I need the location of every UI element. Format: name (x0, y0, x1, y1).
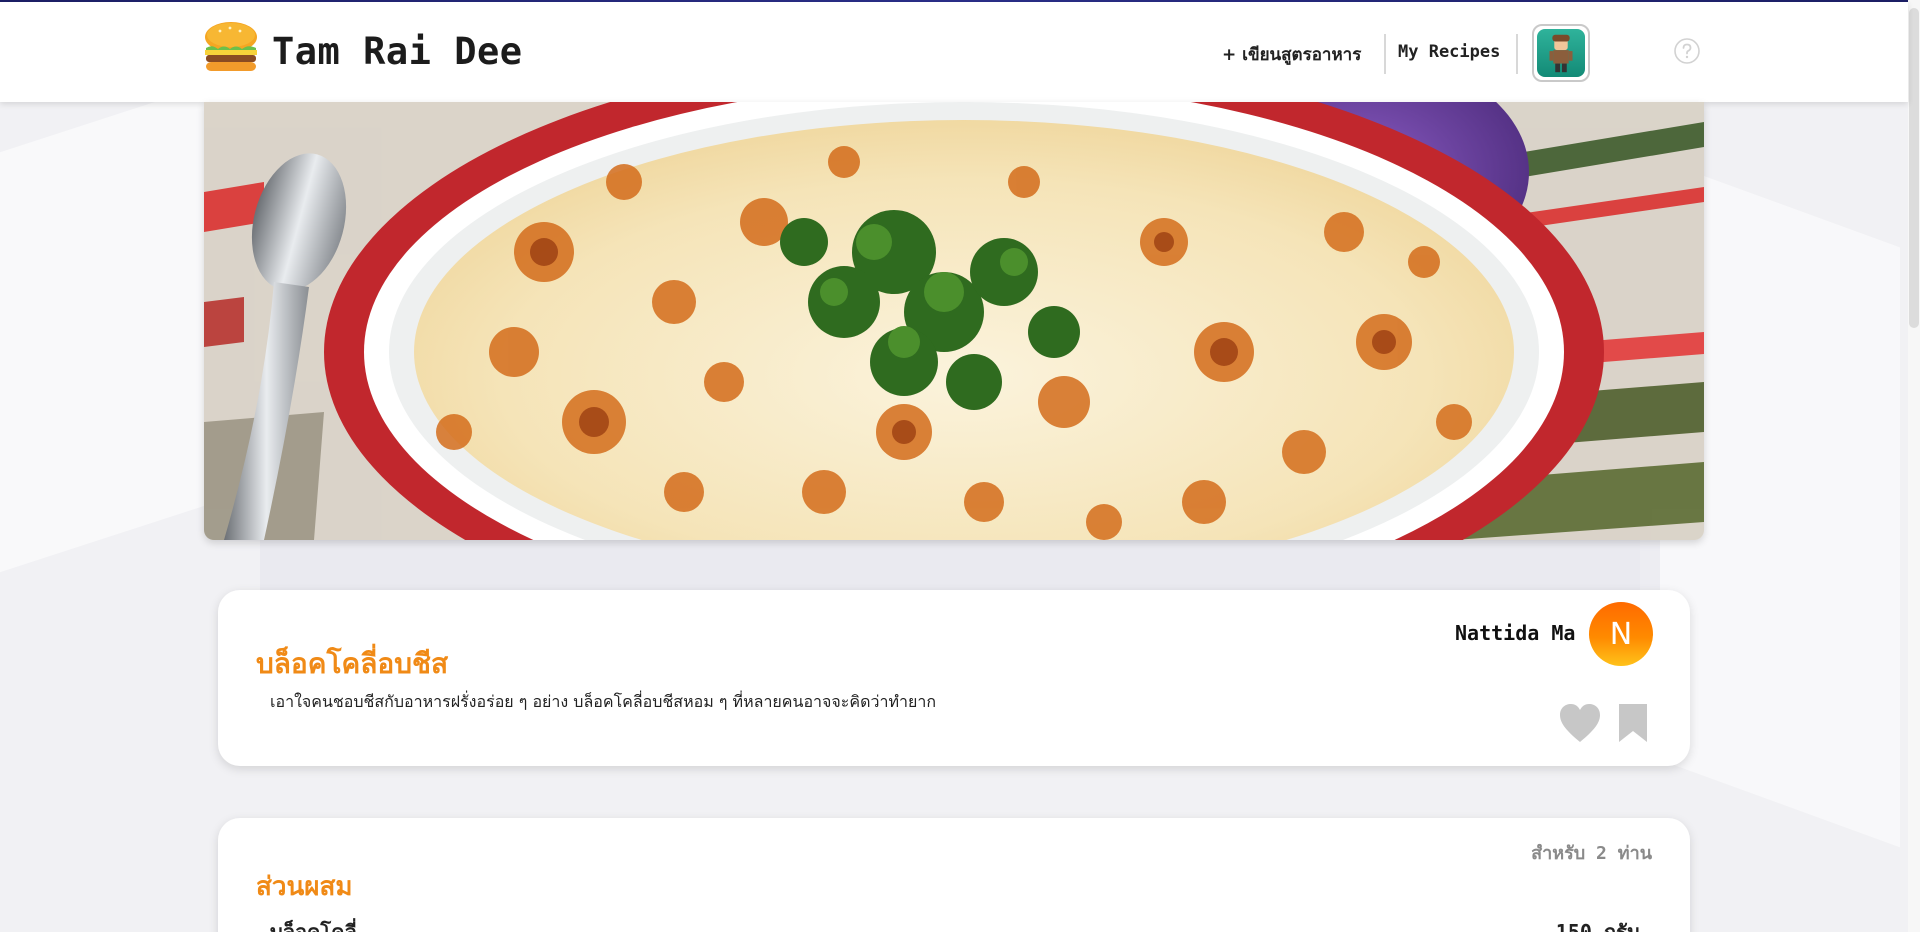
recipe-hero-image (204, 102, 1704, 540)
author-avatar[interactable]: N (1589, 602, 1653, 666)
brand-title[interactable]: Tam Rai Dee (272, 30, 523, 73)
burger-icon[interactable] (202, 20, 260, 74)
site-header: Tam Rai Dee + เขียนสูตรอาหาร My Recipes (0, 2, 1908, 102)
ingredient-name: บล็อคโคลี่ (270, 920, 357, 932)
write-recipe-link[interactable]: + เขียนสูตรอาหาร (1222, 41, 1361, 68)
recipe-title: บล็อคโคลี่อบชีส (256, 647, 449, 680)
heart-icon[interactable] (1558, 702, 1602, 744)
nav-divider (1516, 34, 1518, 74)
author-initial: N (1609, 616, 1633, 652)
ingredient-quantity: 150 กรัม (1555, 920, 1640, 932)
avatar-character-icon (1549, 34, 1573, 73)
scrollbar-thumb[interactable] (1909, 8, 1919, 328)
page-scrollbar[interactable] (1908, 0, 1920, 932)
servings-label: สำหรับ 2 ท่าน (1531, 843, 1652, 864)
baked-cheese-dish-image (204, 102, 1704, 540)
bookmark-icon[interactable] (1617, 702, 1649, 744)
ingredients-card (218, 818, 1690, 932)
recipe-description: เอาใจคนชอบชีสกับอาหารฝรั่งอร่อย ๆ อย่าง … (270, 692, 937, 711)
my-recipes-link[interactable]: My Recipes (1398, 42, 1500, 62)
avatar (1537, 29, 1585, 77)
author-name[interactable]: Nattida Ma (1455, 621, 1575, 645)
nav-divider (1384, 34, 1386, 74)
user-avatar-button[interactable] (1532, 24, 1590, 82)
ingredients-title: ส่วนผสม (256, 872, 353, 902)
help-circle-icon[interactable] (1674, 38, 1700, 64)
